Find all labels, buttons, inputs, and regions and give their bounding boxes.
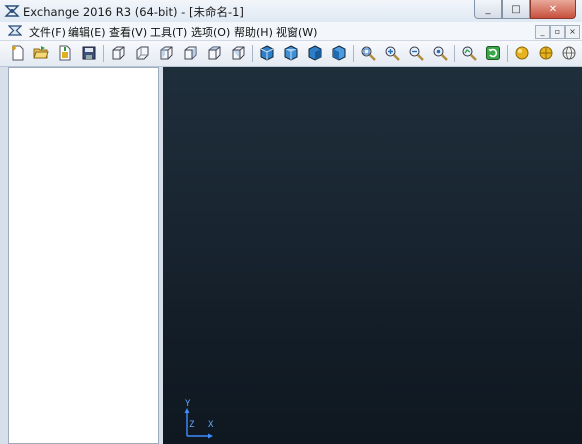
mdi-close-button[interactable]: × bbox=[565, 25, 580, 39]
mdi-restore-button[interactable]: ▫ bbox=[550, 25, 565, 39]
shaded-cube-4-icon[interactable] bbox=[330, 44, 348, 62]
shaded-cube-3-icon[interactable] bbox=[306, 44, 324, 62]
close-button[interactable]: ✕ bbox=[530, 0, 576, 19]
window-title: Exchange 2016 R3 (64-bit) - [未命名-1] bbox=[23, 5, 244, 19]
sphere-wire-icon[interactable] bbox=[560, 44, 578, 62]
view-cube-front-icon[interactable] bbox=[109, 44, 127, 62]
document-icon bbox=[8, 25, 22, 36]
zoom-window-icon[interactable] bbox=[359, 44, 377, 62]
view-cube-back-icon[interactable] bbox=[133, 44, 151, 62]
app-logo-icon bbox=[4, 5, 20, 17]
shaded-cube-1-icon[interactable] bbox=[258, 44, 276, 62]
maximize-button[interactable]: □ bbox=[502, 0, 530, 19]
model-tree-panel[interactable] bbox=[8, 67, 159, 444]
sphere-light-icon[interactable] bbox=[513, 44, 531, 62]
3d-viewport[interactable]: Y Z X bbox=[163, 67, 582, 444]
menu-options[interactable]: 选项(O) bbox=[191, 24, 230, 40]
window-controls: _ □ ✕ bbox=[474, 0, 576, 19]
menu-tools[interactable]: 工具(T) bbox=[150, 24, 187, 40]
menu-view[interactable]: 查看(V) bbox=[109, 24, 147, 40]
new-file-icon[interactable] bbox=[9, 44, 27, 62]
view-cube-right-icon[interactable] bbox=[181, 44, 199, 62]
toolbar bbox=[0, 41, 582, 67]
title-bar: Exchange 2016 R3 (64-bit) - [未命名-1] _ □ … bbox=[0, 0, 582, 23]
view-cube-top-icon[interactable] bbox=[205, 44, 223, 62]
save-icon[interactable] bbox=[80, 44, 98, 62]
axis-x-label: X bbox=[208, 420, 214, 430]
menu-window[interactable]: 视窗(W) bbox=[276, 24, 317, 40]
menu-help[interactable]: 帮助(H) bbox=[234, 24, 273, 40]
import-icon[interactable] bbox=[56, 44, 74, 62]
minimize-button[interactable]: _ bbox=[474, 0, 502, 19]
mdi-minimize-button[interactable]: _ bbox=[535, 25, 550, 39]
inspect-icon[interactable] bbox=[460, 44, 478, 62]
open-folder-icon[interactable] bbox=[32, 44, 50, 62]
menu-edit[interactable]: 编辑(E) bbox=[68, 24, 106, 40]
sphere-shaded-icon[interactable] bbox=[537, 44, 555, 62]
menu-file[interactable]: 文件(F) bbox=[29, 24, 66, 40]
shaded-cube-2-icon[interactable] bbox=[282, 44, 300, 62]
axis-y-label: Y bbox=[185, 399, 191, 409]
zoom-fit-icon[interactable] bbox=[431, 44, 449, 62]
view-cube-bottom-icon[interactable] bbox=[229, 44, 247, 62]
zoom-out-icon[interactable] bbox=[407, 44, 425, 62]
zoom-in-icon[interactable] bbox=[383, 44, 401, 62]
axis-triad: Y Z X bbox=[181, 399, 225, 440]
menu-bar: 文件(F) 编辑(E) 查看(V) 工具(T) 选项(O) 帮助(H) 视窗(W… bbox=[0, 22, 582, 41]
refresh-icon[interactable] bbox=[484, 44, 502, 62]
axis-z-label: Z bbox=[189, 420, 195, 430]
view-cube-left-icon[interactable] bbox=[157, 44, 175, 62]
